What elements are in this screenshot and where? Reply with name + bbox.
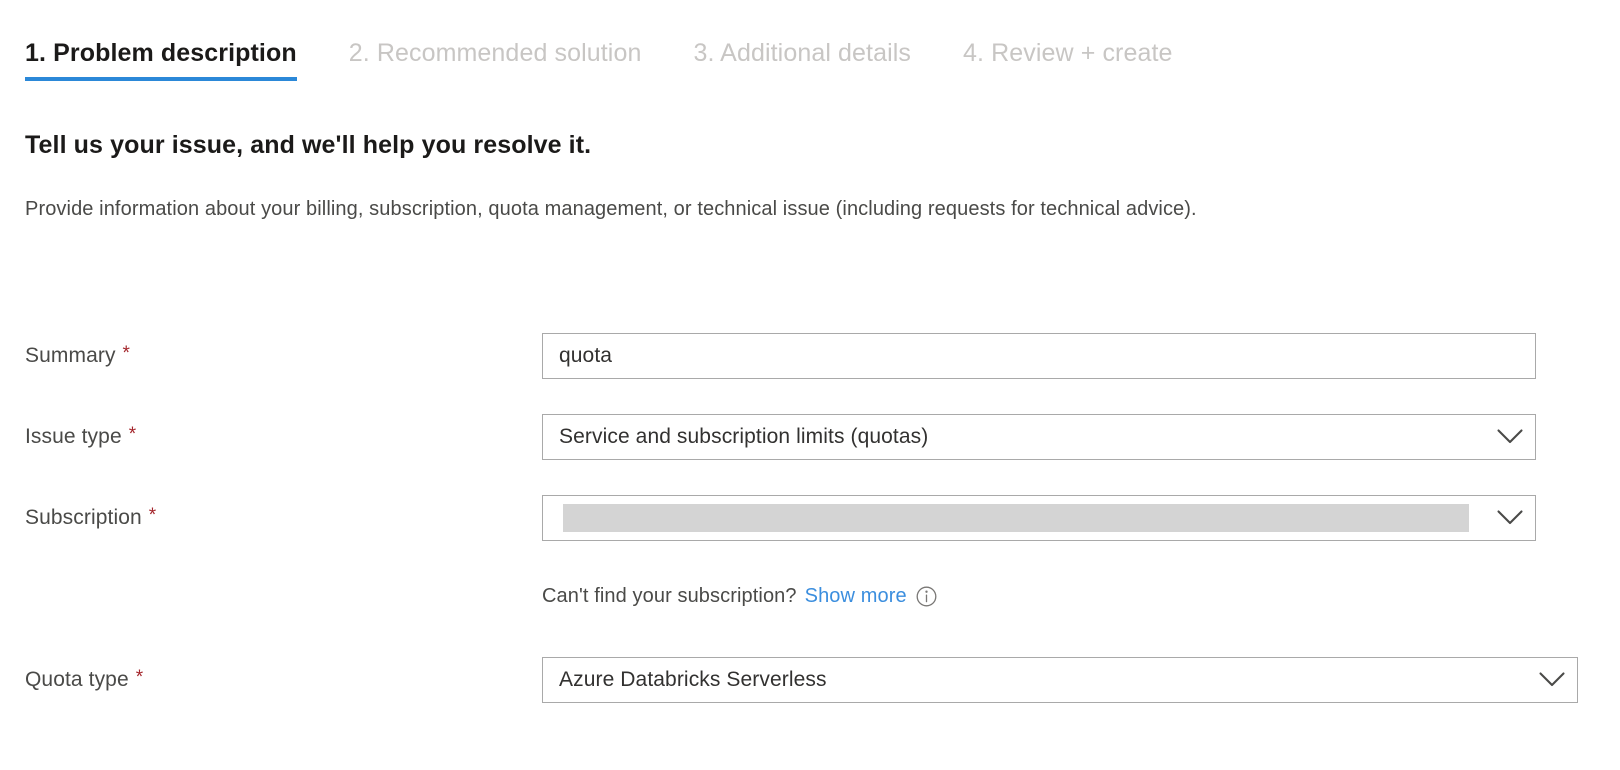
- summary-label-text: Summary: [25, 343, 116, 369]
- show-more-link[interactable]: Show more: [805, 582, 907, 610]
- chevron-down-icon: [1485, 496, 1535, 540]
- quota-type-selected-value: Azure Databricks Serverless: [543, 667, 1527, 693]
- quota-type-required-asterisk: *: [136, 668, 144, 687]
- chevron-down-icon: [1527, 658, 1577, 702]
- page-title: Tell us your issue, and we'll help you r…: [25, 128, 591, 162]
- tab-additional-details[interactable]: 3. Additional details: [693, 38, 911, 81]
- form-row-issue-type: Issue type * Service and subscription li…: [0, 414, 1620, 460]
- quota-type-label: Quota type *: [25, 657, 143, 703]
- chevron-down-icon: [1485, 415, 1535, 459]
- tab-recommended-solution[interactable]: 2. Recommended solution: [349, 38, 642, 81]
- form-row-subscription: Subscription *: [0, 495, 1620, 541]
- issue-type-required-asterisk: *: [129, 425, 137, 444]
- support-request-form-page: 1. Problem description 2. Recommended so…: [0, 0, 1620, 770]
- subscription-helper-row: Can't find your subscription? Show more: [542, 582, 938, 610]
- tab-recommended-solution-label: 2. Recommended solution: [349, 39, 642, 67]
- tab-review-create[interactable]: 4. Review + create: [963, 38, 1173, 81]
- summary-input[interactable]: quota: [542, 333, 1536, 379]
- issue-type-selected-value: Service and subscription limits (quotas): [543, 424, 1485, 450]
- form-row-quota-type: Quota type * Azure Databricks Serverless: [0, 657, 1620, 703]
- wizard-step-tabs: 1. Problem description 2. Recommended so…: [25, 38, 1173, 81]
- quota-type-dropdown[interactable]: Azure Databricks Serverless: [542, 657, 1578, 703]
- summary-required-asterisk: *: [123, 344, 131, 363]
- tab-problem-description[interactable]: 1. Problem description: [25, 38, 297, 81]
- quota-type-label-text: Quota type: [25, 667, 129, 693]
- tab-problem-description-label: 1. Problem description: [25, 39, 297, 67]
- subscription-helper-question: Can't find your subscription?: [542, 582, 797, 610]
- form-row-summary: Summary * quota: [0, 333, 1620, 379]
- summary-input-value: quota: [543, 343, 1535, 369]
- subscription-dropdown[interactable]: [542, 495, 1536, 541]
- page-description: Provide information about your billing, …: [25, 192, 1505, 226]
- subscription-required-asterisk: *: [149, 506, 157, 525]
- summary-label: Summary *: [25, 333, 130, 379]
- info-circle-icon[interactable]: [916, 585, 938, 607]
- subscription-redaction-overlay: [563, 504, 1469, 532]
- subscription-label: Subscription *: [25, 495, 156, 541]
- tab-review-create-label: 4. Review + create: [963, 39, 1173, 67]
- subscription-label-text: Subscription: [25, 505, 142, 531]
- issue-type-dropdown[interactable]: Service and subscription limits (quotas): [542, 414, 1536, 460]
- tab-additional-details-label: 3. Additional details: [693, 39, 911, 67]
- issue-type-label: Issue type *: [25, 414, 136, 460]
- issue-type-label-text: Issue type: [25, 424, 122, 450]
